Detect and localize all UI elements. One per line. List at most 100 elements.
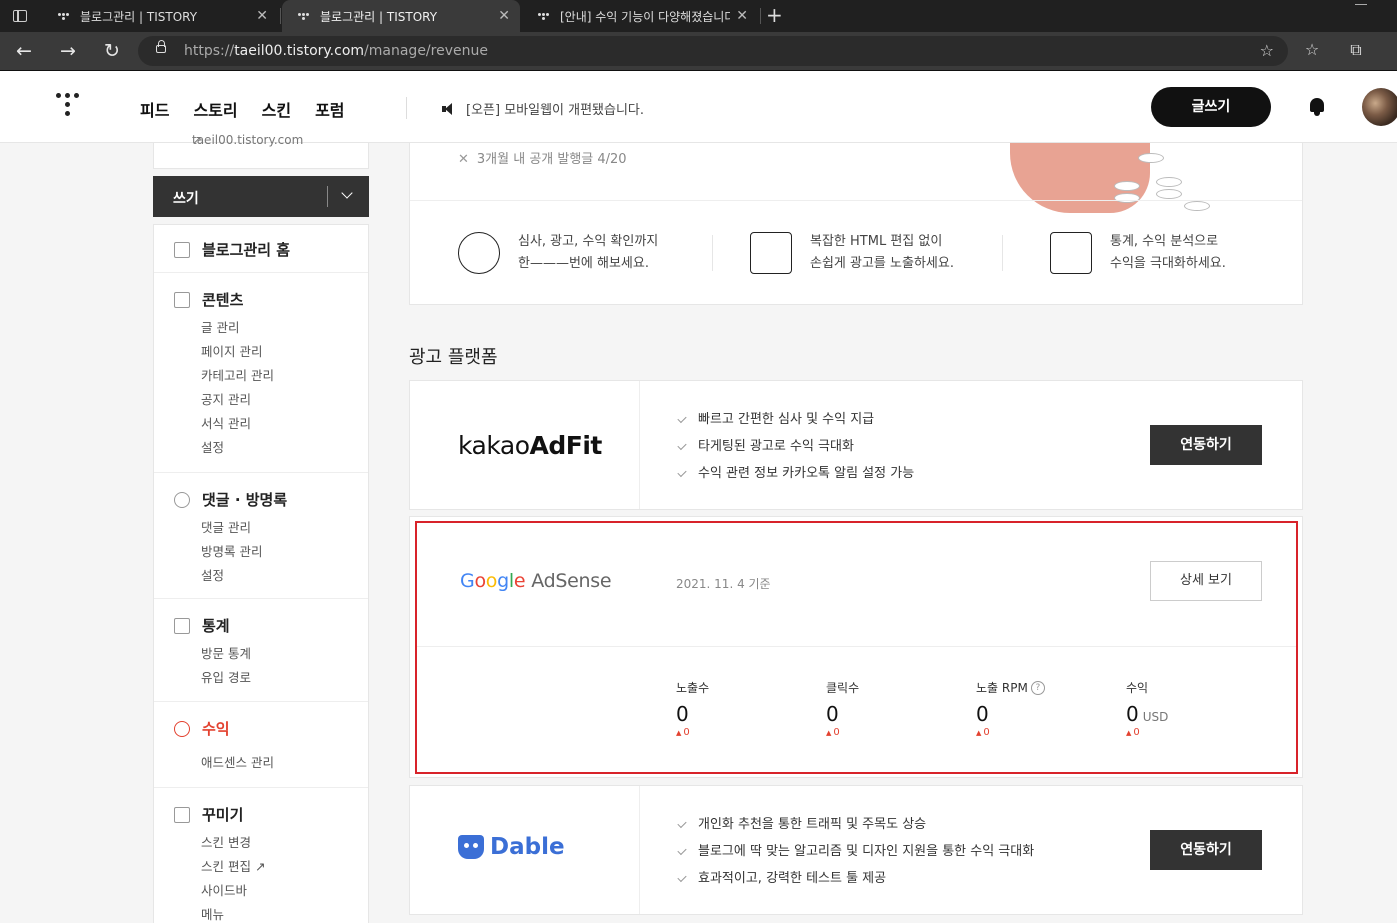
sidebar-subitem[interactable]: 카테고리 관리 — [201, 365, 274, 384]
stat-impressions: 노출수 0 0 — [676, 679, 709, 738]
kakao-adfit-logo: kakaoAdFit — [458, 431, 602, 460]
refresh-icon[interactable]: ↻ — [100, 39, 124, 63]
sidebar-item-stats[interactable]: 통계 — [174, 615, 230, 636]
back-icon[interactable]: ← — [12, 39, 36, 63]
tistory-logo-icon[interactable] — [56, 93, 80, 119]
notice-link[interactable]: [오픈] 모바일웹이 개편됐습니다. — [442, 99, 644, 118]
coin-icon — [1138, 153, 1164, 163]
list-item: 개인화 추천을 통한 트래픽 및 주목도 상승 — [678, 811, 1034, 838]
sidebar-item-content[interactable]: 콘텐츠 — [174, 289, 243, 310]
monitor-chart-icon — [1050, 232, 1092, 274]
document-icon — [174, 291, 190, 308]
write-post-button[interactable]: 글쓰기 — [1151, 87, 1271, 127]
external-link-icon: ↗ — [192, 133, 203, 147]
sidebar-section-design: 꾸미기 스킨 변경 스킨 편집 ↗ 사이드바 메뉴 — [154, 788, 368, 923]
favorites-icon[interactable]: ☆ — [1301, 40, 1323, 59]
browser-tab-bar: 블로그관리 | TISTORY ✕ 블로그관리 | TISTORY ✕ [안내]… — [0, 0, 1397, 32]
list-item: 타게팅된 광고로 수익 극대화 — [678, 433, 914, 460]
collections-icon[interactable]: ⧉ — [1345, 40, 1367, 60]
close-tab-icon[interactable]: ✕ — [256, 9, 268, 23]
x-mark-icon: ✕ — [458, 152, 469, 167]
sidebar-subitem[interactable]: 방명록 관리 — [201, 541, 262, 560]
notification-bell-icon[interactable] — [1308, 97, 1326, 117]
feature-list: 빠르고 간편한 심사 및 수익 지급 타게팅된 광고로 수익 극대화 수익 관련… — [678, 406, 914, 487]
sidebar-item-comments[interactable]: 댓글 · 방명록 — [174, 489, 287, 510]
sidebar-subitem[interactable]: 유입 경로 — [201, 667, 251, 686]
sidebar: taeil00.tistory.com ↗ 쓰기 블로그관리 홈 콘텐츠 글 관… — [153, 133, 369, 923]
sidebar-subitem[interactable]: 서식 관리 — [201, 413, 251, 432]
url-text: https://taeil00.tistory.com/manage/reven… — [184, 43, 488, 59]
connect-dable-button[interactable]: 연동하기 — [1150, 830, 1262, 870]
tab-separator — [280, 8, 281, 24]
new-tab-icon[interactable]: + — [766, 4, 783, 26]
coin-icon — [1156, 177, 1182, 187]
sidebar-subitem[interactable]: 메뉴 — [201, 904, 224, 923]
stat-clicks: 클릭수 0 0 — [826, 679, 859, 738]
sidebar-subitem[interactable]: 공지 관리 — [201, 389, 251, 408]
sidebar-subitem[interactable]: 사이드바 — [201, 880, 247, 899]
external-link-icon: ↗ — [254, 859, 266, 874]
coins-icon — [174, 720, 190, 737]
sidebar-subitem[interactable]: 글 관리 — [201, 317, 239, 336]
tab-actions-icon[interactable] — [0, 0, 40, 32]
sidebar-subitem[interactable]: 설정 — [201, 437, 224, 456]
sidebar-item-revenue[interactable]: 수익 — [174, 718, 230, 739]
card-divider — [639, 381, 640, 509]
sidebar-subitem[interactable]: 페이지 관리 — [201, 341, 262, 360]
adsense-detail-button[interactable]: 상세 보기 — [1150, 561, 1262, 601]
add-favorite-icon[interactable]: ☆ — [1260, 41, 1274, 60]
tab-separator — [760, 8, 761, 24]
bar-chart-icon — [174, 617, 190, 634]
browser-tab-active[interactable]: 블로그관리 | TISTORY ✕ — [282, 0, 520, 32]
write-divider — [327, 186, 328, 207]
avatar[interactable] — [1362, 88, 1397, 126]
sidebar-subitem[interactable]: 설정 — [201, 565, 224, 584]
minimize-icon[interactable] — [1355, 4, 1367, 5]
dable-logo: Dable — [458, 834, 565, 860]
coin-icon — [1114, 193, 1140, 203]
nav-story[interactable]: 스토리 — [193, 97, 237, 121]
coin-icon — [1184, 201, 1210, 211]
sidebar-subitem[interactable]: 애드센스 관리 — [201, 752, 274, 771]
nav-skin[interactable]: 스킨 — [262, 97, 291, 121]
close-tab-icon[interactable]: ✕ — [498, 9, 510, 23]
sidebar-subitem[interactable]: 방문 통계 — [201, 643, 251, 662]
sidebar-subitem[interactable]: 댓글 관리 — [201, 517, 251, 536]
coin-icon — [1114, 181, 1140, 191]
tab-title: 블로그관리 | TISTORY — [320, 9, 438, 24]
nav-feed[interactable]: 피드 — [140, 97, 169, 121]
main-nav: 피드 스토리 스킨 포럼 — [140, 97, 345, 121]
blog-url-box: taeil00.tistory.com ↗ — [153, 133, 369, 169]
section-title: 광고 플랫폼 — [409, 347, 498, 368]
forward-icon[interactable]: → — [56, 39, 80, 63]
feature-item: 복잡한 HTML 편집 없이 손쉽게 광고를 노출하세요. — [750, 231, 954, 275]
address-bar[interactable]: https://taeil00.tistory.com/manage/reven… — [138, 36, 1288, 66]
list-item: 효과적이고, 강력한 테스트 툴 제공 — [678, 865, 1034, 892]
layout-icon — [174, 806, 190, 823]
hand-won-icon — [458, 232, 500, 274]
close-tab-icon[interactable]: ✕ — [736, 9, 748, 23]
connect-kakao-button[interactable]: 연동하기 — [1150, 425, 1262, 465]
nav-forum[interactable]: 포럼 — [315, 97, 344, 121]
sidebar-subitem[interactable]: 스킨 편집 ↗ — [201, 856, 265, 875]
feature-list: 개인화 추천을 통한 트래픽 및 주목도 상승 블로그에 딱 맞는 알고리즘 및… — [678, 811, 1034, 892]
sidebar-write-button[interactable]: 쓰기 — [153, 176, 369, 217]
chevron-down-icon[interactable] — [341, 187, 353, 199]
platform-card-adsense: Google AdSense 2021. 11. 4 기준 상세 보기 노출수 0… — [415, 521, 1298, 774]
sidebar-subitem[interactable]: 스킨 변경 — [201, 832, 251, 851]
card-divider — [639, 786, 640, 914]
dable-owl-icon — [458, 835, 484, 859]
stat-revenue: 수익 0USD 0 — [1126, 679, 1168, 738]
sidebar-item-home[interactable]: 블로그관리 홈 — [174, 239, 290, 260]
write-label: 쓰기 — [173, 191, 199, 207]
sidebar-section-stats: 통계 방문 통계 유입 경로 — [154, 599, 368, 702]
platform-card-kakao: kakaoAdFit 빠르고 간편한 심사 및 수익 지급 타게팅된 광고로 수… — [409, 380, 1303, 510]
browser-tab[interactable]: [안내] 수익 기능이 다양해졌습니다 ✕ — [522, 0, 758, 32]
browser-tab[interactable]: 블로그관리 | TISTORY ✕ — [42, 0, 278, 32]
eligibility-condition: ✕ 3개월 내 공개 발행글 4/20 — [458, 152, 627, 167]
help-icon[interactable]: ? — [1030, 680, 1045, 695]
sidebar-item-design[interactable]: 꾸미기 — [174, 804, 243, 825]
divider — [410, 200, 1302, 201]
list-item: 수익 관련 정보 카카오톡 알림 설정 가능 — [678, 460, 914, 487]
lock-icon — [156, 40, 166, 53]
